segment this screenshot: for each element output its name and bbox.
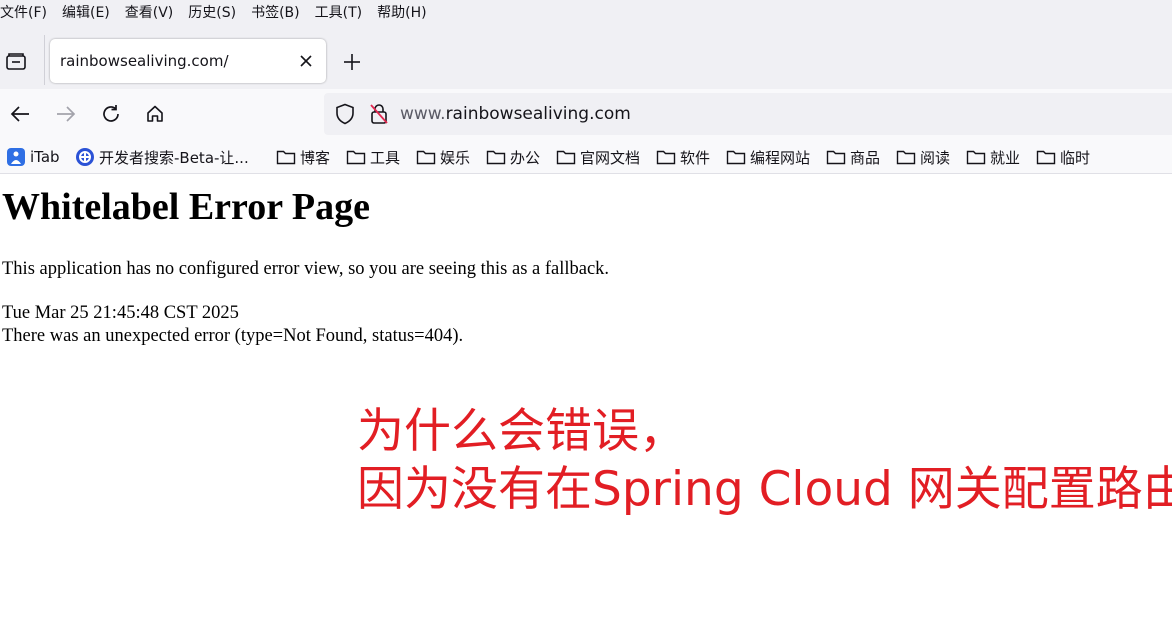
annotation-line-1: 为什么会错误， <box>357 404 686 459</box>
folder-icon <box>416 147 436 167</box>
bookmark-folder[interactable]: 商品 <box>826 146 880 168</box>
bookmark-folder[interactable]: 娱乐 <box>416 146 470 168</box>
bookmark-label: 工具 <box>370 148 401 167</box>
url-domain: rainbowsealiving.com <box>445 104 631 124</box>
bookmark-label: 编程网站 <box>750 148 811 167</box>
page-content: Whitelabel Error Page This application h… <box>0 175 1172 629</box>
bookmark-folder[interactable]: 临时 <box>1036 146 1090 168</box>
folder-icon <box>486 147 506 167</box>
bookmark-folder[interactable]: 官网文档 <box>556 146 640 168</box>
error-detail: There was an unexpected error (type=Not … <box>2 326 464 346</box>
error-message: This application has no configured error… <box>2 259 610 279</box>
page-title: Whitelabel Error Page <box>2 186 370 228</box>
folder-icon <box>726 147 746 167</box>
tab-title: rainbowsealiving.com/ <box>60 52 229 70</box>
bookmark-label: 阅读 <box>920 148 951 167</box>
tab-strip: rainbowsealiving.com/ <box>0 23 1172 89</box>
menu-help[interactable]: 帮助(H) <box>377 2 434 22</box>
insecure-lock-icon[interactable] <box>368 103 390 125</box>
new-tab-plus-icon[interactable] <box>340 50 364 74</box>
tab-overview-icon[interactable] <box>4 50 28 74</box>
menu-tools[interactable]: 工具(T) <box>315 2 370 22</box>
reload-icon[interactable] <box>99 102 123 126</box>
menu-view[interactable]: 查看(V) <box>125 2 182 22</box>
annotation-line-2: 因为没有在Spring Cloud 网关配置路由 <box>357 462 1172 517</box>
bookmark-label: 博客 <box>300 148 331 167</box>
folder-icon <box>556 147 576 167</box>
folder-icon <box>826 147 846 167</box>
itab-icon <box>6 147 26 167</box>
tab-separator <box>44 35 45 85</box>
bookmark-folder[interactable]: 博客 <box>276 146 330 168</box>
shield-icon[interactable] <box>334 103 356 125</box>
bookmark-label: 娱乐 <box>440 148 471 167</box>
forward-arrow-icon[interactable] <box>54 102 78 126</box>
folder-icon <box>1036 147 1056 167</box>
menu-bookmarks[interactable]: 书签(B) <box>251 2 308 22</box>
bookmark-folder[interactable]: 就业 <box>966 146 1020 168</box>
url-bar[interactable]: www.rainbowsealiving.com <box>324 93 1172 135</box>
folder-icon <box>276 147 296 167</box>
bookmark-label: 就业 <box>990 148 1021 167</box>
bookmark-folder[interactable]: 软件 <box>656 146 710 168</box>
bookmark-label: 开发者搜索-Beta-让... <box>99 148 249 167</box>
menu-bar: 文件(F) 编辑(E) 查看(V) 历史(S) 书签(B) 工具(T) 帮助(H… <box>0 0 1172 23</box>
bookmark-label: 官网文档 <box>580 148 641 167</box>
bookmark-label: 商品 <box>850 148 881 167</box>
folder-icon <box>656 147 676 167</box>
bookmark-folder[interactable]: 阅读 <box>896 146 950 168</box>
bookmark-itab[interactable]: iTab <box>6 146 60 168</box>
bookmark-label: 临时 <box>1060 148 1091 167</box>
error-timestamp: Tue Mar 25 21:45:48 CST 2025 <box>2 303 239 323</box>
menu-history[interactable]: 历史(S) <box>188 2 244 22</box>
bookmark-folder[interactable]: 工具 <box>346 146 400 168</box>
navigation-bar: www.rainbowsealiving.com <box>0 89 1172 139</box>
folder-icon <box>896 147 916 167</box>
search-logo-icon <box>75 147 95 167</box>
folder-icon <box>346 147 366 167</box>
bookmark-label: iTab <box>30 148 60 166</box>
url-prefix: www. <box>400 104 446 124</box>
back-arrow-icon[interactable] <box>8 102 32 126</box>
tab-active[interactable]: rainbowsealiving.com/ <box>50 39 326 83</box>
bookmark-label: 软件 <box>680 148 711 167</box>
home-icon[interactable] <box>143 102 167 126</box>
folder-icon <box>966 147 986 167</box>
bookmark-folder[interactable]: 办公 <box>486 146 540 168</box>
menu-edit[interactable]: 编辑(E) <box>62 2 118 22</box>
close-icon[interactable] <box>294 49 318 73</box>
bookmarks-bar: iTab 开发者搜索-Beta-让... 博客 工具 娱乐 办公 官网文档 软件… <box>0 139 1172 174</box>
bookmark-dev-search[interactable]: 开发者搜索-Beta-让... <box>75 146 249 168</box>
url-text[interactable]: www.rainbowsealiving.com <box>400 104 631 124</box>
menu-file[interactable]: 文件(F) <box>0 2 55 22</box>
bookmark-label: 办公 <box>510 148 541 167</box>
bookmark-folder[interactable]: 编程网站 <box>726 146 810 168</box>
